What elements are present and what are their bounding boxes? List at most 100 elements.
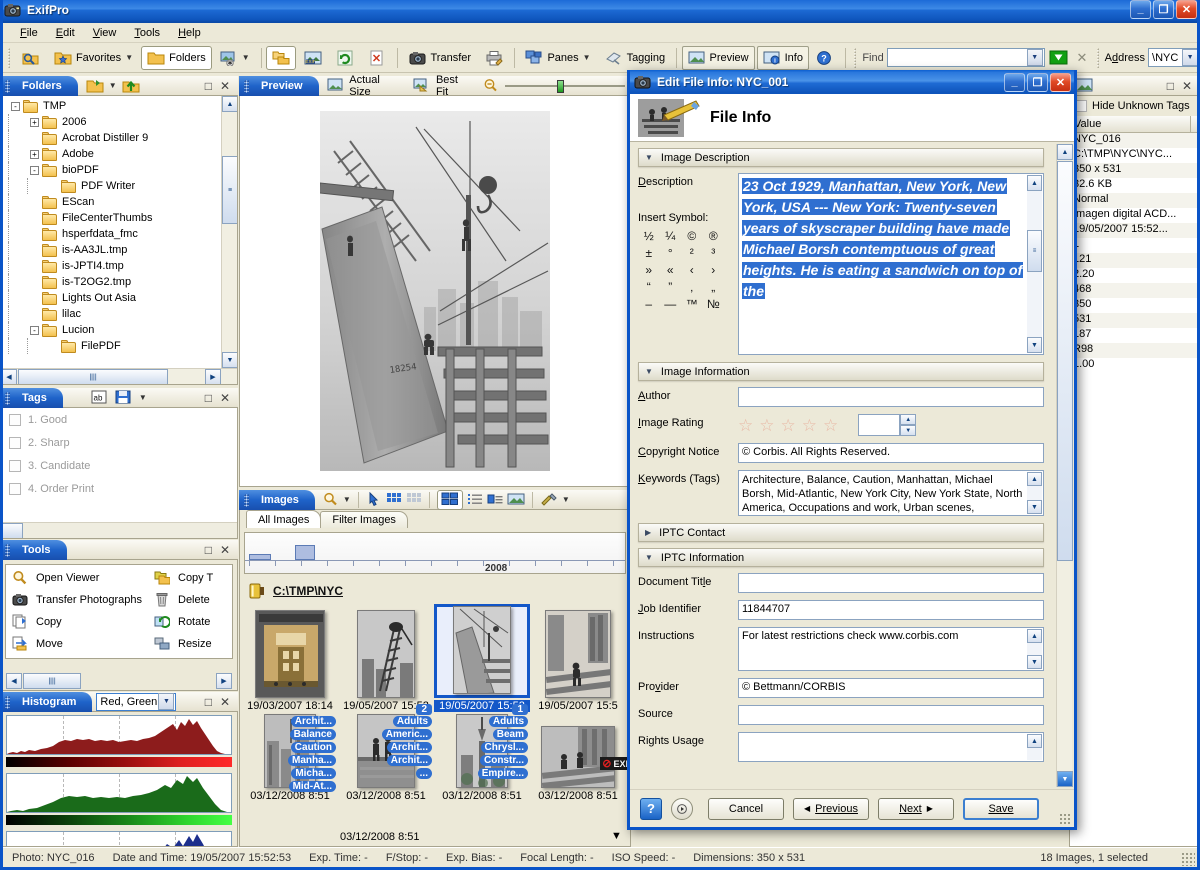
thumbnail-tag-pill[interactable]: Chrysl...	[480, 742, 528, 753]
filmstrip-icon[interactable]	[507, 492, 525, 508]
info-row[interactable]: 1	[1070, 238, 1197, 253]
new-folder-icon[interactable]	[86, 78, 104, 94]
thumbnail-tag-pill[interactable]: Balance	[289, 729, 336, 740]
tree-toggle-icon[interactable]: -	[11, 101, 20, 111]
star-icon[interactable]: ☆	[759, 417, 774, 434]
zoom-slider-thumb[interactable]	[557, 79, 565, 93]
tree-toggle-icon[interactable]: -	[30, 165, 39, 175]
folders-pair-button[interactable]	[266, 45, 297, 70]
scroll-thumb-h[interactable]: ||||	[23, 673, 81, 689]
info-row[interactable]: 350 x 531	[1070, 163, 1197, 178]
tool-item[interactable]: Transfer Photographs	[12, 591, 154, 609]
folders-vscrollbar[interactable]: ▲ ≡ ▼	[221, 96, 237, 368]
star-icon[interactable]: ☆	[823, 417, 838, 434]
panes-button[interactable]: Panes ▼	[519, 46, 596, 70]
menu-edit[interactable]: Edit	[48, 25, 83, 41]
list-icon[interactable]	[467, 492, 483, 508]
insert-symbol-button[interactable]: ®	[703, 229, 725, 243]
resize-grip[interactable]	[1181, 852, 1195, 866]
help-button[interactable]: ?	[811, 46, 837, 70]
checkbox-icon[interactable]	[9, 459, 21, 472]
document-title-input[interactable]	[738, 573, 1044, 593]
folders-button[interactable]: Folders	[141, 45, 212, 70]
scroll-left-button[interactable]: ◀	[3, 369, 17, 384]
find-input[interactable]: ▼	[886, 48, 1045, 67]
chevron-down-icon[interactable]: ▼	[611, 830, 626, 845]
help-button[interactable]: ?	[640, 797, 662, 820]
maximize-icon[interactable]: □	[1167, 79, 1174, 93]
tree-item[interactable]: + Adobe	[3, 146, 219, 162]
checkbox-icon[interactable]	[9, 482, 21, 495]
chevron-down-icon[interactable]: ▼	[1026, 49, 1043, 66]
best-fit-label[interactable]: Best Fit	[436, 74, 473, 98]
scroll-up-button[interactable]: ▲	[1027, 472, 1042, 486]
info-row[interactable]: C:\TMP\NYC\NYC...	[1070, 148, 1197, 163]
info-row[interactable]: 468	[1070, 283, 1197, 298]
insert-symbol-button[interactable]: ›	[703, 263, 725, 277]
actual-size-label[interactable]: Actual Size	[349, 74, 403, 98]
address-grip[interactable]	[1096, 47, 1099, 68]
tree-item[interactable]: - Lucion	[3, 322, 219, 338]
close-icon[interactable]: ✕	[220, 391, 230, 405]
keywords-scrollbar[interactable]: ▲ ▼	[1027, 472, 1042, 514]
rating-stars[interactable]: ☆ ☆ ☆ ☆ ☆	[738, 417, 838, 434]
scroll-up-button[interactable]: ▲	[1027, 175, 1042, 191]
tag-checkbox-row[interactable]: 2. Sharp	[3, 431, 237, 454]
insert-symbol-grid[interactable]: ½ ¼ © ® ± ° ² ³ » «‹ › “” ‚ „ – — ™ №	[638, 229, 724, 311]
insert-symbol-button[interactable]: °	[660, 246, 682, 260]
thumbnail-item[interactable]: Archit... Balance Caution Manha... Micha... M…	[242, 708, 338, 802]
maximize-icon[interactable]: □	[205, 391, 212, 405]
description-textarea[interactable]: 23 Oct 1929, Manhattan, New York, New Yo…	[738, 173, 1044, 355]
print-button[interactable]	[479, 46, 509, 70]
tree-item[interactable]: PDF Writer	[3, 178, 219, 194]
menu-view[interactable]: View	[85, 25, 125, 41]
tree-item[interactable]: - TMP	[3, 98, 219, 114]
folder-tree[interactable]: - TMP +2006 Acrobat Distiller 9 + Adobe - bioPD…	[3, 96, 237, 384]
maximize-icon[interactable]: □	[205, 79, 212, 93]
tags-list[interactable]: 1. Good 2. Sharp 3. Candidate 4. Order Prin…	[3, 408, 237, 500]
cancel-button[interactable]: Cancel	[708, 797, 784, 820]
thumbnail-item[interactable]: 19/05/2007 15:52	[338, 604, 434, 712]
thumbnail-item[interactable]: 19/05/2007 15:52	[434, 604, 530, 712]
image-star-button[interactable]: ✱ ▼	[214, 46, 256, 70]
play-button[interactable]	[671, 797, 693, 820]
group-iptc-contact[interactable]: ▶ IPTC Contact	[638, 523, 1044, 542]
scroll-up-button[interactable]: ▲	[1027, 629, 1042, 643]
folders-hscrollbar[interactable]: ◀ |||| ▶	[3, 368, 237, 384]
tag-checkbox-row[interactable]: 3. Candidate	[3, 454, 237, 477]
info-row[interactable]: 32.6 KB	[1070, 178, 1197, 193]
scroll-thumb[interactable]: ≡	[1027, 230, 1042, 272]
up-folder-icon[interactable]	[122, 78, 140, 94]
scroll-up-button[interactable]: ▲	[1057, 144, 1073, 160]
chevron-down-icon[interactable]: ▼	[1182, 49, 1197, 66]
address-input[interactable]: \NYC ▼	[1148, 48, 1197, 67]
menu-file[interactable]: FFileile	[12, 25, 46, 41]
close-icon[interactable]: ✕	[220, 695, 230, 709]
insert-symbol-button[interactable]: ™	[681, 297, 703, 311]
scroll-up-button[interactable]: ▲	[1027, 734, 1042, 748]
histogram-channel-select[interactable]: Red, Green ▼	[96, 692, 177, 711]
tree-toggle-icon[interactable]: -	[30, 325, 39, 335]
info-button[interactable]: i Info	[756, 45, 809, 70]
zoom-slider[interactable]	[505, 79, 626, 93]
thumbnail-tag-pill[interactable]: ...	[415, 768, 432, 779]
tag-checkbox-row[interactable]: 1. Good	[3, 408, 237, 431]
info-column-header[interactable]: Value	[1074, 118, 1101, 130]
toolbar-grip[interactable]	[8, 47, 10, 68]
thumbnail-item[interactable]: 19/03/2007 18:14	[242, 604, 338, 712]
info-row[interactable]: Imagen digital ACD...	[1070, 208, 1197, 223]
insert-symbol-button[interactable]: ½	[638, 229, 660, 243]
info-row[interactable]: 531	[1070, 313, 1197, 328]
chevron-down-icon[interactable]: ▼	[109, 81, 117, 90]
thumbnail-item[interactable]: ⊘ EXI 03/12/2008 8:51	[530, 708, 630, 802]
insert-symbol-button[interactable]: —	[660, 297, 682, 311]
tree-item[interactable]: - bioPDF	[3, 162, 219, 178]
info-row[interactable]: 1.00	[1070, 358, 1197, 373]
chevron-down-icon[interactable]: ▼	[158, 693, 175, 710]
rating-stepper[interactable]: ▲ ▼	[900, 414, 917, 436]
scroll-down-button[interactable]: ▼	[1027, 655, 1042, 669]
instructions-textarea[interactable]: For latest restrictions check www.corbis…	[738, 627, 1044, 671]
insert-symbol-button[interactable]: ‚	[681, 280, 703, 294]
chevron-down-icon[interactable]: ▼	[242, 53, 250, 62]
checkbox-icon[interactable]	[9, 436, 21, 449]
